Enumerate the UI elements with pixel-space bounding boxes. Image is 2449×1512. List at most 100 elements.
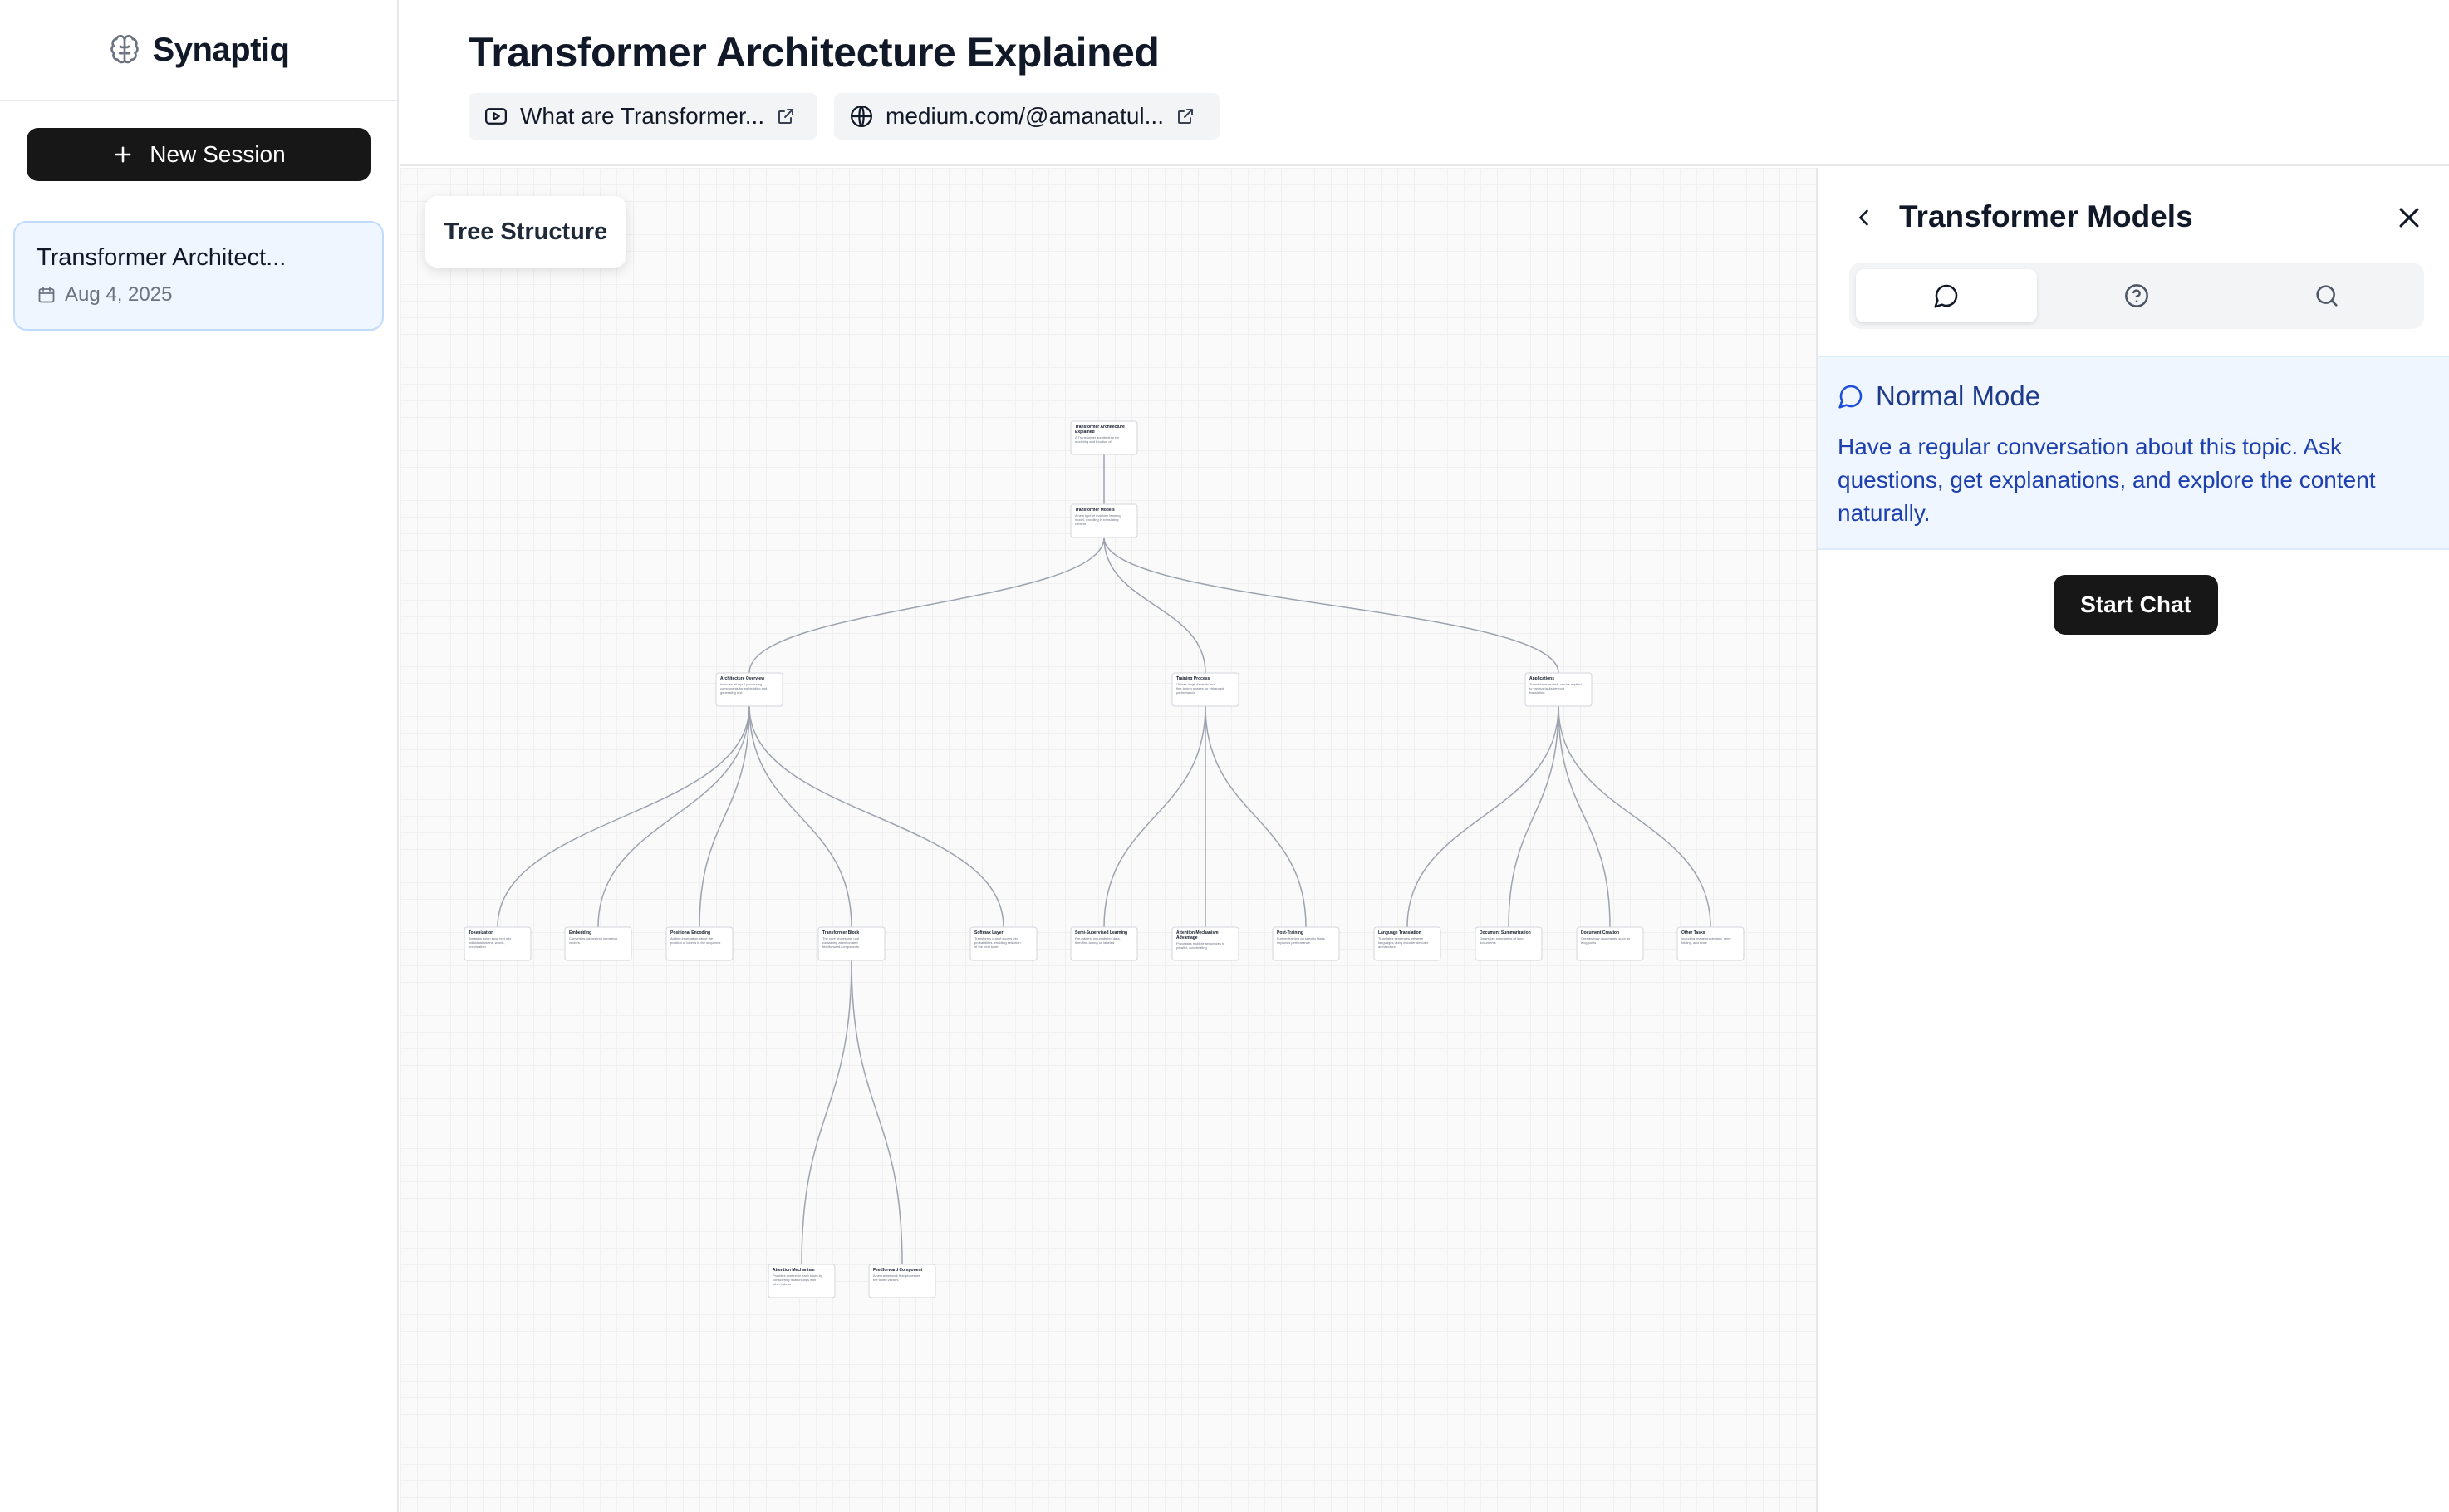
tab-questions[interactable] [2046,269,2227,322]
tree-edge [1558,705,1611,928]
tree-node-desc: generating text [720,690,743,695]
brand: Synaptiq [0,0,397,101]
tree-node[interactable]: Semi-Supervised LearningPre-training on … [1070,926,1138,961]
tree-edge [1508,705,1559,928]
tree-node-title: Architecture Overview [720,676,764,681]
video-icon [485,108,507,125]
session-date: Aug 4, 2025 [65,283,173,306]
tree-edge [1103,705,1206,928]
external-link-icon [778,109,794,124]
chat-icon [1934,284,1958,308]
tree-node-desc: of the next token [974,945,999,949]
tree-node[interactable]: Transformer ModelsA new type of machine … [1070,503,1138,538]
tree-node-desc: parallel, accelerating [1176,945,1207,950]
tree-node-desc: modeling and function of [1075,439,1112,444]
tree-node-desc: blog posts [1581,940,1596,945]
tree-node-title: Softmax Layer [974,930,1004,935]
search-icon [2316,285,2338,307]
tree-node-desc: vectors [569,940,580,945]
source-label: What are Transformer... [520,103,765,129]
session-date-row: Aug 4, 2025 [37,283,361,307]
calendar-icon [38,287,55,303]
tree-node[interactable]: Other TasksIncluding image processing, g… [1676,926,1745,961]
external-link-icon [1178,109,1193,124]
tree-node[interactable]: EmbeddingConverting tokens into numerica… [564,926,632,961]
tree-node-title: Semi-Supervised Learning [1075,930,1127,935]
session-item[interactable]: Transformer Architect... Aug 4, 2025 [13,221,384,331]
tree-node-desc: performance [1176,690,1195,695]
tree-node-desc: content [1075,522,1087,526]
tree-edge [1558,705,1711,928]
panel-header: Transformer Models [1818,193,2449,243]
mode-name: Normal Mode [1876,380,2041,411]
tree-node[interactable]: Training ProcessUtilizes large datasets … [1171,672,1239,707]
tree-edge [748,705,852,928]
tree-node-title: Explained [1075,430,1095,434]
close-button[interactable] [2393,201,2426,234]
tree-node[interactable]: Document SummarizationGenerates summarie… [1475,926,1543,961]
tree-node-desc: feedforward components [822,945,859,949]
tree-node-title: Other Tasks [1681,930,1705,935]
tree-edge [1406,705,1559,928]
tab-chat[interactable] [1856,269,2037,322]
back-button[interactable] [1849,203,1879,233]
tree-edge [497,705,750,928]
tree-edge [748,537,1105,674]
tree-node[interactable]: Transformer BlockThe core processing uni… [817,926,886,961]
tree-node-desc: then fine-tuning on labeled [1075,940,1114,945]
tree-node[interactable]: Attention MechanismAdvantageProcesses mu… [1171,926,1239,961]
tree-edge [597,705,750,928]
tree-node-desc: improves performance [1277,940,1311,945]
tree-node[interactable]: TokenizationBreaking down input text int… [464,926,532,961]
tree-node-title: Document Creation [1581,930,1619,935]
tree-edge [1103,537,1559,674]
tree-node[interactable]: Transformer ArchitectureExplainedA Trans… [1070,420,1138,455]
mode-description: Have a regular conversation about this t… [1838,434,2376,526]
help-circle-icon [2125,284,2148,307]
tree-node-desc: documents [1480,940,1496,945]
globe-icon [851,106,872,127]
page-header: Transformer Architecture Explained What … [400,0,2449,166]
tree-edge [851,960,903,1265]
tree-node-title: Transformer Models [1075,508,1115,513]
tree-node-title: Transformer Block [822,930,859,935]
tree-node-desc: punctuation [469,945,486,949]
tree-node[interactable]: Architecture OverviewIncludes all input … [715,672,783,707]
view-mode-badge: Tree Structure [425,196,626,268]
mode-name-row: Normal Mode [1838,380,2431,412]
tree-node[interactable]: Feedforward ComponentA neural network th… [868,1264,936,1298]
start-chat-button[interactable]: Start Chat [2054,575,2218,635]
tree-edge [801,960,852,1265]
tree-node[interactable]: Language TranslationTranslates sentences… [1373,926,1441,961]
tree-node-desc: architecture [1378,945,1396,949]
source-chip-video[interactable]: What are Transformer... [469,93,817,140]
tree-node-desc: translation [1529,690,1544,695]
tree-node-title: Language Translation [1378,930,1421,935]
tree-node[interactable]: Post-TrainingFurther training on specifi… [1272,926,1340,961]
tree-node[interactable]: Softmax LayerTransforms output scores in… [969,926,1038,961]
chevron-left-icon [1859,209,1868,226]
tree-node-title: Embedding [569,930,591,935]
tree-node-title: Tokenization [469,930,493,935]
app-root: Synaptiq New Session Transformer Archite… [0,0,2449,1512]
tree-node[interactable]: Document CreationCreates new documents, … [1576,926,1644,961]
tree-node[interactable]: ApplicationsTransformer models can be ap… [1524,672,1593,707]
panel-title: Transformer Models [1899,199,2193,233]
brand-name: Synaptiq [152,31,290,68]
source-chip-web[interactable]: medium.com/@amanatul... [834,93,1220,140]
tree-node-desc: folding, and more [1681,940,1708,945]
new-session-button[interactable]: New Session [27,128,371,181]
tab-search[interactable] [2236,269,2417,322]
mode-tabs [1849,263,2424,329]
tree-diagram: Transformer ArchitectureExplainedA Trans… [464,420,1745,1298]
brain-icon [110,34,139,64]
tree-node-title: Advantage [1176,935,1198,940]
new-session-label: New Session [150,141,286,167]
mode-info: Normal Mode Have a regular conversation … [1818,356,2449,550]
plus-icon [115,146,131,163]
mindmap-canvas[interactable]: Transformer Architecture Explained A Trans… [400,168,1816,1512]
tree-node[interactable]: Attention MechanismProvides context to e… [768,1264,836,1298]
tree-node[interactable]: Positional EncodingAdding information ab… [665,926,734,961]
tree-edge [699,705,750,928]
tree-node-desc: position of tokens in the sequence [670,940,721,945]
